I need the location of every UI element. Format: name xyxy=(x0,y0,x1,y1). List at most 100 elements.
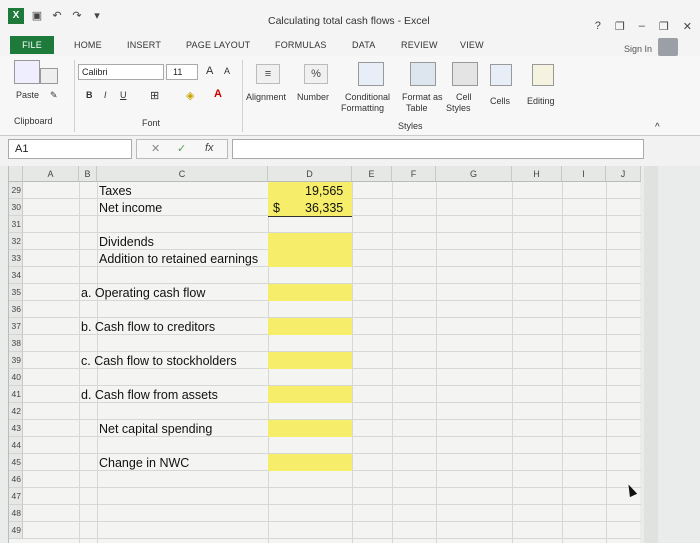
name-box[interactable]: A1 xyxy=(8,139,132,159)
paste-button[interactable]: Paste xyxy=(16,90,39,100)
row-header-41[interactable]: 41 xyxy=(9,386,23,403)
row-header-40[interactable]: 40 xyxy=(9,369,23,386)
conditional-formatting-line2[interactable]: Formatting xyxy=(341,103,384,113)
row-header-36[interactable]: 36 xyxy=(9,301,23,318)
fill-color-icon[interactable]: ◈ xyxy=(186,89,194,102)
copy-icon[interactable] xyxy=(40,68,58,84)
row-header-48[interactable]: 48 xyxy=(9,505,23,522)
cell-d30[interactable]: 36,335 xyxy=(305,201,343,215)
borders-icon[interactable]: ⊞ xyxy=(150,89,159,102)
minimize-button[interactable]: – xyxy=(639,20,645,33)
row-header-38[interactable]: 38 xyxy=(9,335,23,352)
cancel-icon[interactable]: ✕ xyxy=(151,142,160,155)
row-header-34[interactable]: 34 xyxy=(9,267,23,284)
worksheet-grid[interactable]: A B C D E F G H I J 29 30 31 32 33 34 35 36 37 38… xyxy=(8,166,641,543)
grow-font-button[interactable]: A xyxy=(206,65,213,77)
cell-b39[interactable]: c. Cash flow to stockholders xyxy=(81,354,237,368)
column-header-j[interactable]: J xyxy=(606,166,641,182)
column-header-h[interactable]: H xyxy=(512,166,562,182)
cell-b35[interactable]: a. Operating cash flow xyxy=(81,286,205,300)
row-header-32[interactable]: 32 xyxy=(9,233,23,250)
cell-c45[interactable]: Change in NWC xyxy=(99,456,189,470)
cell-c43[interactable]: Net capital spending xyxy=(99,422,212,436)
collapse-ribbon-icon[interactable]: ^ xyxy=(655,122,660,133)
cell-styles-icon[interactable] xyxy=(452,62,478,86)
editing-button[interactable]: Editing xyxy=(527,96,555,106)
tab-view[interactable]: VIEW xyxy=(460,40,484,50)
select-all-corner[interactable] xyxy=(9,166,23,182)
redo-icon[interactable]: ↷ xyxy=(70,9,84,23)
number-format-icon[interactable]: % xyxy=(304,64,328,84)
restore-button[interactable]: ❐ xyxy=(659,20,669,33)
row-header-39[interactable]: 39 xyxy=(9,352,23,369)
help-button[interactable]: ? xyxy=(595,20,601,33)
cell-b37[interactable]: b. Cash flow to creditors xyxy=(81,320,215,334)
cell-d29[interactable]: 19,565 xyxy=(305,184,343,198)
tab-page-layout[interactable]: PAGE LAYOUT xyxy=(186,40,250,50)
row-header-47[interactable]: 47 xyxy=(9,488,23,505)
number-button[interactable]: Number xyxy=(297,92,329,102)
cell-d35[interactable] xyxy=(268,284,352,301)
cell-d43[interactable] xyxy=(268,420,352,437)
save-icon[interactable]: ▣ xyxy=(30,9,44,23)
enter-icon[interactable]: ✓ xyxy=(177,142,186,155)
cell-c33[interactable]: Addition to retained earnings xyxy=(99,252,258,266)
cell-d37[interactable] xyxy=(268,318,352,335)
column-header-d[interactable]: D xyxy=(268,166,352,182)
undo-icon[interactable]: ↶ xyxy=(50,9,64,23)
cell-styles-line2[interactable]: Styles xyxy=(446,103,471,113)
row-header-31[interactable]: 31 xyxy=(9,216,23,233)
cell-c29[interactable]: Taxes xyxy=(99,184,132,198)
tab-formulas[interactable]: FORMULAS xyxy=(275,40,327,50)
avatar[interactable] xyxy=(658,38,678,56)
column-header-f[interactable]: F xyxy=(392,166,436,182)
tab-home[interactable]: HOME xyxy=(74,40,102,50)
italic-button[interactable]: I xyxy=(104,90,107,100)
row-header-46[interactable]: 46 xyxy=(9,471,23,488)
tab-data[interactable]: DATA xyxy=(352,40,375,50)
format-painter-icon[interactable]: ✎ xyxy=(50,90,58,101)
column-header-b[interactable]: B xyxy=(79,166,97,182)
font-name-select[interactable]: Calibri xyxy=(78,64,164,80)
cell-styles-line1[interactable]: Cell xyxy=(456,92,472,102)
tab-file[interactable]: FILE xyxy=(10,36,54,54)
close-button[interactable]: ✕ xyxy=(683,20,692,33)
cells-icon[interactable] xyxy=(490,64,512,86)
row-header-35[interactable]: 35 xyxy=(9,284,23,301)
ribbon-display-button[interactable]: ❐ xyxy=(615,20,625,33)
cell-c32[interactable]: Dividends xyxy=(99,235,154,249)
font-color-icon[interactable]: A xyxy=(214,88,222,100)
format-as-table-line1[interactable]: Format as xyxy=(402,92,443,102)
row-header-44[interactable]: 44 xyxy=(9,437,23,454)
cell-d32-d33[interactable] xyxy=(268,233,352,267)
cell-d41[interactable] xyxy=(268,386,352,403)
row-header-29[interactable]: 29 xyxy=(9,182,23,199)
alignment-button[interactable]: Alignment xyxy=(246,92,286,102)
row-header-33[interactable]: 33 xyxy=(9,250,23,267)
cell-b41[interactable]: d. Cash flow from assets xyxy=(81,388,218,402)
font-size-select[interactable]: 11 xyxy=(166,64,198,80)
column-header-e[interactable]: E xyxy=(352,166,392,182)
conditional-formatting-icon[interactable] xyxy=(358,62,384,86)
sign-in-link[interactable]: Sign In xyxy=(624,44,652,54)
shrink-font-button[interactable]: A xyxy=(224,66,230,76)
row-header-43[interactable]: 43 xyxy=(9,420,23,437)
column-header-i[interactable]: I xyxy=(562,166,606,182)
bold-button[interactable]: B xyxy=(86,90,93,100)
alignment-icon[interactable]: ≡ xyxy=(256,64,280,84)
cell-d39[interactable] xyxy=(268,352,352,369)
row-header-30[interactable]: 30 xyxy=(9,199,23,216)
conditional-formatting-line1[interactable]: Conditional xyxy=(345,92,390,102)
row-header-45[interactable]: 45 xyxy=(9,454,23,471)
column-header-a[interactable]: A xyxy=(23,166,79,182)
column-header-g[interactable]: G xyxy=(436,166,512,182)
vertical-scrollbar[interactable] xyxy=(644,166,658,543)
underline-button[interactable]: U xyxy=(120,90,127,100)
function-icon[interactable]: fx xyxy=(205,142,214,154)
formula-input[interactable] xyxy=(232,139,644,159)
tab-review[interactable]: REVIEW xyxy=(401,40,438,50)
cut-icon[interactable] xyxy=(14,60,40,84)
row-header-42[interactable]: 42 xyxy=(9,403,23,420)
cell-d30-currency[interactable]: $ xyxy=(273,201,280,215)
cells-button[interactable]: Cells xyxy=(490,96,510,106)
